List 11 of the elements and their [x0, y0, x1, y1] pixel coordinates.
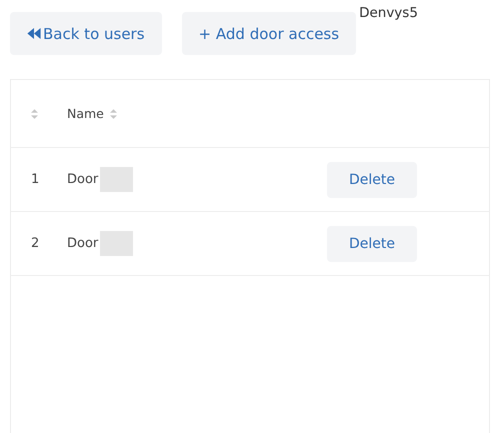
delete-button[interactable]: Delete: [327, 162, 417, 198]
double-triangle-icon: [27, 28, 41, 39]
door-name: Door: [67, 236, 98, 251]
row-number: 2: [31, 236, 40, 251]
add-button[interactable]: + Add door access: [182, 12, 356, 55]
row-number: 1: [31, 172, 40, 187]
delete-button[interactable]: Delete: [327, 226, 417, 262]
column-header: Name: [67, 106, 104, 121]
back-button[interactable]: Back to users: [10, 12, 162, 55]
user-name: Denvys5: [359, 5, 418, 21]
door-name: Door: [67, 172, 98, 187]
